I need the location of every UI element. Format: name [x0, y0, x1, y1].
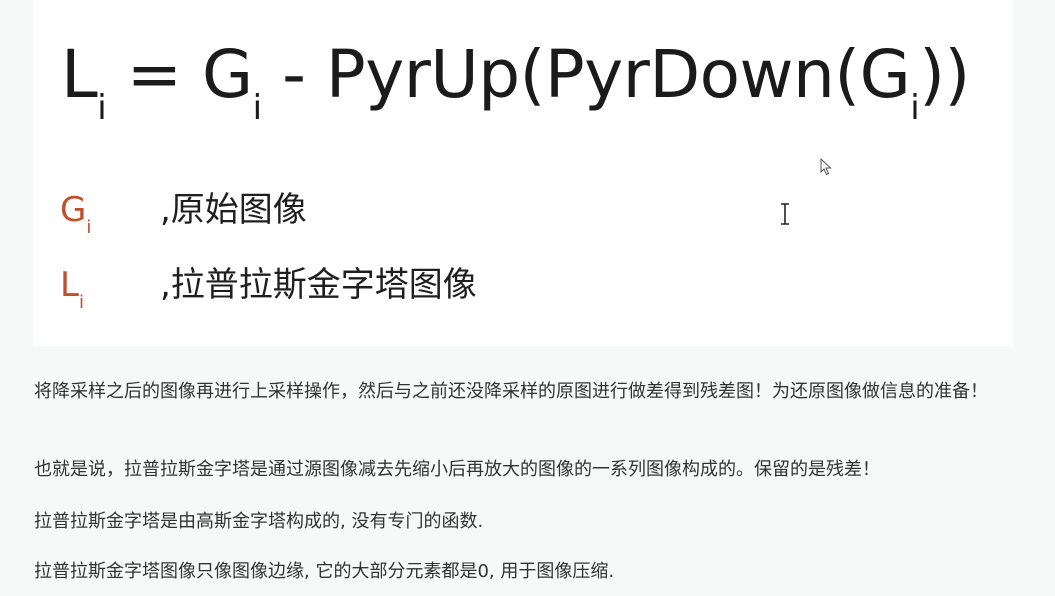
- formula-lhs-subscript: i: [97, 88, 107, 128]
- formula-lhs: L: [61, 36, 98, 113]
- legend-symbol-subscript: i: [86, 217, 92, 238]
- paragraph-residual: 将降采样之后的图像再进行上采样操作，然后与之前还没降采样的原图进行做差得到残差图…: [34, 381, 988, 402]
- paragraph-construction: 拉普拉斯金字塔是由高斯金字塔构成的, 没有专门的函数.: [34, 511, 484, 532]
- legend-symbol-subscript: i: [78, 292, 84, 313]
- legend-description-original: ,原始图像: [160, 190, 307, 230]
- formula-g: G: [202, 36, 253, 113]
- legend-symbol-letter: G: [60, 190, 87, 230]
- paragraph-explanation: 也就是说，拉普拉斯金字塔是通过源图像减去先缩小后再放大的图像的一系列图像构成的。…: [34, 459, 880, 480]
- arrow-cursor-icon: [820, 158, 832, 176]
- legend-symbol-letter: L: [60, 265, 79, 305]
- formula-g-subscript: i: [252, 88, 262, 128]
- formula-function: PyrUp(PyrDown(: [325, 36, 860, 113]
- formula-close: )): [919, 36, 970, 113]
- formula-equals: =: [126, 36, 182, 113]
- formula-minus: -: [282, 36, 306, 113]
- legend-symbol-g: Gi: [60, 186, 91, 237]
- formula-card: Li = Gi - PyrUp(PyrDown(Gi)) Gi ,原始图像 Li…: [33, 0, 1013, 346]
- laplacian-formula: Li = Gi - PyrUp(PyrDown(Gi)): [61, 30, 970, 125]
- formula-inner-g: G: [859, 36, 911, 113]
- formula-inner-subscript: i: [910, 88, 920, 128]
- ibeam-cursor-icon: [781, 203, 789, 225]
- paragraph-usage: 拉普拉斯金字塔图像只像图像边缘, 它的大部分元素都是0, 用于图像压缩.: [34, 561, 615, 582]
- legend-symbol-l: Li: [60, 261, 84, 312]
- legend-description-laplacian: ,拉普拉斯金字塔图像: [160, 265, 477, 305]
